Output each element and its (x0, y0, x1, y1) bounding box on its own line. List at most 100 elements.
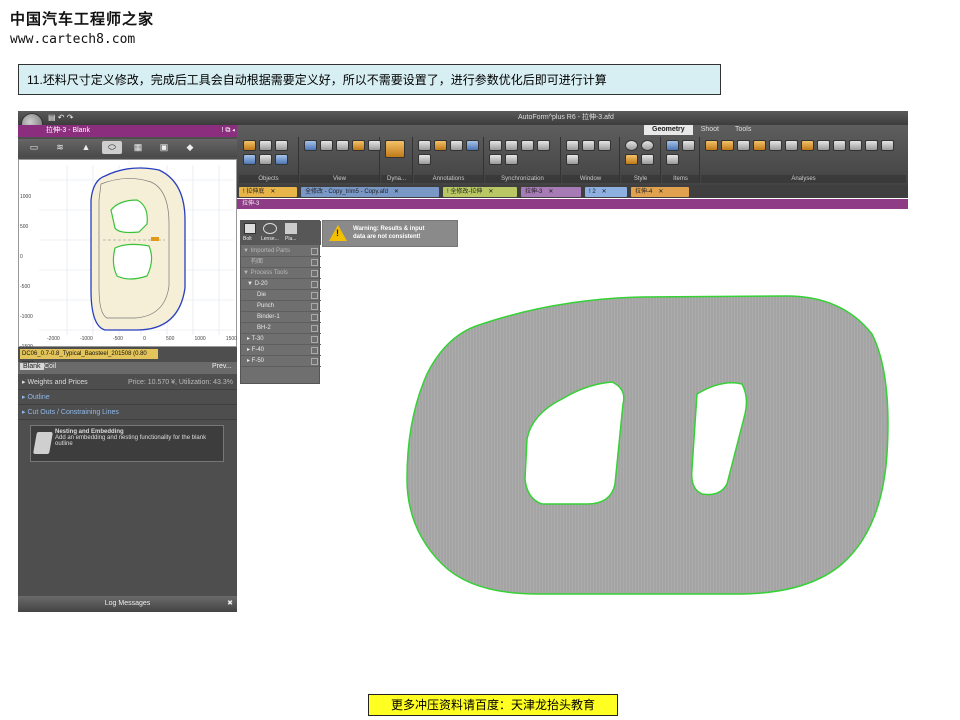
sync-icon[interactable] (505, 154, 518, 165)
blank-outline-icon[interactable]: ⬭ (102, 141, 122, 154)
visibility-checkbox[interactable] (311, 336, 318, 343)
tree-item[interactable]: BH-2 (241, 323, 321, 334)
tree-item[interactable]: ▸ T-30 (241, 334, 321, 345)
analysis-icon[interactable] (753, 140, 766, 151)
weights-prices-row[interactable]: ▸ Weights and Prices Price: 10.570 ¥, Ut… (18, 376, 237, 390)
analysis-icon[interactable] (705, 140, 718, 151)
window-icon[interactable] (582, 140, 595, 151)
3d-viewport[interactable]: Bolt Lense... Pla... ▼ Imported Parts 构面… (237, 209, 908, 612)
tab-tools[interactable]: Tools (727, 125, 759, 135)
sync-icon[interactable] (505, 140, 518, 151)
object-icon[interactable] (275, 154, 288, 165)
blank-outline-plot[interactable]: 1000 500 0 -500 -1000 -1500 -2000 -1000 … (18, 159, 237, 350)
annotation-icon[interactable] (434, 140, 447, 151)
tree-item[interactable]: ▼ Process Tools (241, 268, 321, 279)
annotation-icon[interactable] (418, 154, 431, 165)
log-messages-bar[interactable]: Log Messages ✖ (18, 596, 237, 612)
plane-icon[interactable] (285, 223, 297, 234)
shield-icon[interactable]: ◆ (180, 141, 200, 154)
cube-icon[interactable]: ▭ (24, 141, 44, 154)
doc-tab[interactable]: ! 2 ✕ (585, 187, 627, 197)
analysis-icon[interactable] (833, 140, 846, 151)
analysis-icon[interactable] (817, 140, 830, 151)
close-icon[interactable]: ✕ (602, 189, 607, 195)
tree-item[interactable]: ▼ Imported Parts (241, 246, 321, 257)
item-icon[interactable] (666, 140, 679, 151)
visibility-checkbox[interactable] (311, 314, 318, 321)
analysis-icon[interactable] (721, 140, 734, 151)
object-icon[interactable] (259, 140, 272, 151)
visibility-checkbox[interactable] (311, 325, 318, 332)
analysis-icon[interactable] (801, 140, 814, 151)
sync-icon[interactable] (489, 154, 502, 165)
tab-geometry[interactable]: Geometry (644, 125, 693, 135)
save-icon[interactable]: ▤ (48, 113, 56, 122)
item-icon[interactable] (666, 154, 679, 165)
close-icon[interactable]: ✖ (227, 596, 233, 612)
tab-prev[interactable]: Prev... (212, 363, 232, 370)
object-icon[interactable] (243, 154, 256, 165)
tree-item[interactable]: Die (241, 290, 321, 301)
bolt-icon[interactable] (244, 223, 256, 234)
visibility-checkbox[interactable] (311, 292, 318, 299)
tree-item[interactable]: ▸ F-40 (241, 345, 321, 356)
tree-item[interactable]: Punch (241, 301, 321, 312)
doc-tab[interactable]: ! 拉伸底 ✕ (239, 187, 297, 197)
tree-item[interactable]: ▼ D-20 (241, 279, 321, 290)
monitor-icon[interactable]: ▣ (154, 141, 174, 154)
view-icon[interactable] (352, 140, 365, 151)
analysis-icon[interactable] (881, 140, 894, 151)
visibility-checkbox[interactable] (311, 358, 318, 365)
analysis-icon[interactable] (849, 140, 862, 151)
dyna-icon[interactable] (385, 140, 405, 158)
visibility-checkbox[interactable] (311, 259, 318, 266)
style-icon[interactable] (641, 154, 654, 165)
undo-icon[interactable]: ↶ (58, 113, 65, 122)
style-icon[interactable] (625, 154, 638, 165)
window-icon[interactable] (566, 154, 579, 165)
sync-icon[interactable] (537, 140, 550, 151)
analysis-icon[interactable] (769, 140, 782, 151)
annotation-icon[interactable] (450, 140, 463, 151)
visibility-checkbox[interactable] (311, 347, 318, 354)
tab-blank[interactable]: Blank (20, 363, 44, 370)
view-icon[interactable] (336, 140, 349, 151)
doc-tab[interactable]: ! 全修改-拉伸 ✕ (443, 187, 517, 197)
view-icon[interactable] (320, 140, 333, 151)
lense-icon[interactable] (263, 223, 277, 234)
tab-coil[interactable]: Coil (44, 363, 56, 370)
object-icon[interactable] (275, 140, 288, 151)
analysis-icon[interactable] (865, 140, 878, 151)
sync-icon[interactable] (521, 140, 534, 151)
view-icon[interactable] (304, 140, 317, 151)
analysis-icon[interactable] (785, 140, 798, 151)
sphere-icon[interactable] (625, 140, 638, 151)
redo-icon[interactable]: ↷ (67, 113, 74, 122)
close-icon[interactable]: ✕ (270, 189, 275, 195)
tree-item[interactable]: ▸ F-50 (241, 356, 321, 367)
window-icon[interactable] (566, 140, 579, 151)
object-icon[interactable] (259, 154, 272, 165)
quick-access-toolbar[interactable]: ▤ ↶ ↷ (48, 113, 73, 122)
doc-tab[interactable]: 拉伸-4 ✕ (631, 187, 689, 197)
view-icon[interactable] (368, 140, 381, 151)
blank-sheet-render[interactable] (387, 279, 907, 604)
visibility-checkbox[interactable] (311, 281, 318, 288)
close-icon[interactable]: ✕ (488, 189, 493, 195)
tree-item[interactable]: 构面 (241, 257, 321, 268)
close-icon[interactable]: ✕ (394, 189, 399, 195)
mountain-icon[interactable]: ▲ (76, 141, 96, 154)
layers-icon[interactable]: ≋ (50, 141, 70, 154)
cutouts-row[interactable]: ▸ Cut Outs / Constraining Lines (18, 406, 237, 420)
visibility-checkbox[interactable] (311, 303, 318, 310)
panel-controls[interactable]: ! ⧉ ◂ (221, 125, 235, 137)
sync-icon[interactable] (489, 140, 502, 151)
window-icon[interactable] (598, 140, 611, 151)
annotation-icon[interactable] (466, 140, 479, 151)
sphere-icon[interactable] (641, 140, 654, 151)
analysis-icon[interactable] (737, 140, 750, 151)
close-icon[interactable]: ✕ (548, 189, 553, 195)
tree-item[interactable]: Binder-1 (241, 312, 321, 323)
close-icon[interactable]: ✕ (658, 189, 663, 195)
outline-row[interactable]: ▸ Outline (18, 391, 237, 405)
